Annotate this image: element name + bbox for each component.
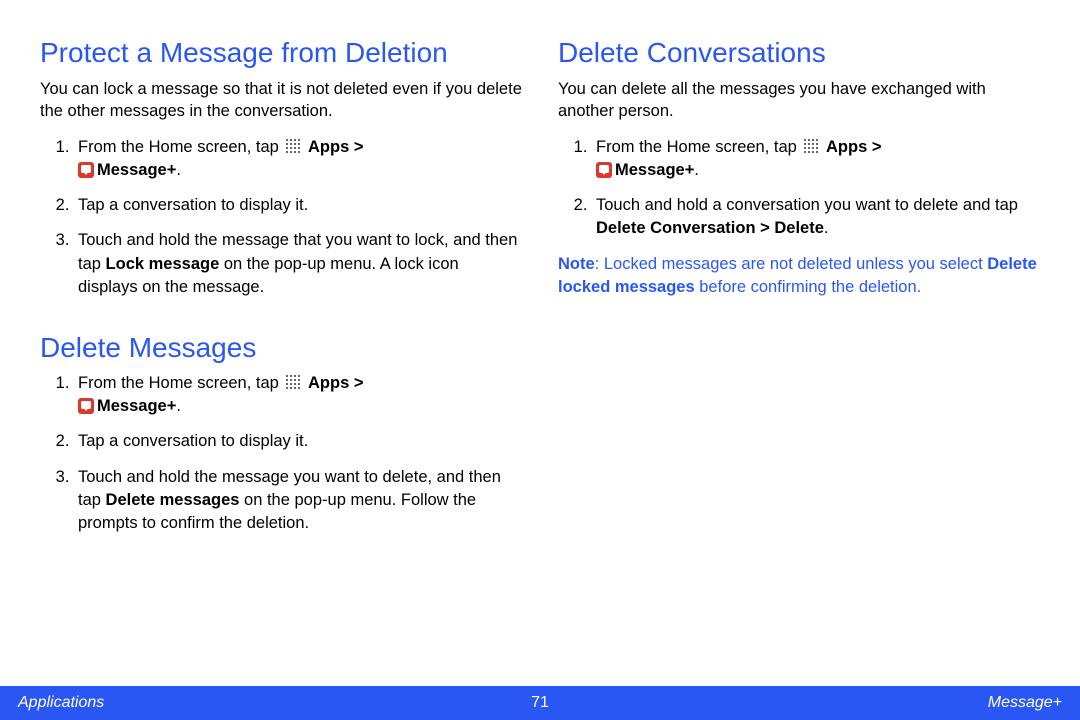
steps-delete-conversations: From the Home screen, tap Apps > Message… — [558, 136, 1040, 240]
note-locked-messages: Note: Locked messages are not deleted un… — [558, 253, 1040, 299]
message-plus-icon — [596, 162, 612, 178]
apps-label: Apps > — [826, 138, 881, 156]
step-text: From the Home screen, tap — [596, 138, 801, 156]
step-item: From the Home screen, tap Apps > Message… — [74, 372, 522, 418]
step-text: . — [824, 219, 829, 237]
step-text: . — [694, 161, 699, 179]
apps-grid-icon — [285, 138, 301, 154]
message-plus-icon — [78, 398, 94, 414]
step-item: Touch and hold the message you want to d… — [74, 466, 522, 535]
step-item: Touch and hold a conversation you want t… — [592, 194, 1040, 240]
step-text: Touch and hold a conversation you want t… — [596, 196, 1018, 214]
message-plus-label: Message+ — [97, 161, 176, 179]
heading-protect-message: Protect a Message from Deletion — [40, 36, 522, 70]
step-text: From the Home screen, tap — [78, 138, 283, 156]
footer-topic-name: Message+ — [988, 694, 1062, 712]
step-text: From the Home screen, tap — [78, 374, 283, 392]
step-item: Touch and hold the message that you want… — [74, 229, 522, 298]
note-label: Note — [558, 255, 595, 273]
apps-grid-icon — [285, 374, 301, 390]
step-item: Tap a conversation to display it. — [74, 194, 522, 217]
step-item: From the Home screen, tap Apps > Message… — [74, 136, 522, 182]
note-text: : Locked messages are not deleted unless… — [595, 255, 988, 273]
message-plus-label: Message+ — [97, 397, 176, 415]
step-text: . — [176, 397, 181, 415]
heading-delete-messages: Delete Messages — [40, 331, 522, 365]
delete-conversation-label: Delete Conversation > Delete — [596, 219, 824, 237]
manual-page: Protect a Message from Deletion You can … — [0, 0, 1080, 720]
page-number: 71 — [531, 694, 549, 712]
note-text: before confirming the deletion. — [695, 278, 922, 296]
heading-delete-conversations: Delete Conversations — [558, 36, 1040, 70]
message-plus-icon — [78, 162, 94, 178]
content-area: Protect a Message from Deletion You can … — [0, 0, 1080, 678]
message-plus-label: Message+ — [615, 161, 694, 179]
apps-label: Apps > — [308, 374, 363, 392]
steps-delete-messages: From the Home screen, tap Apps > Message… — [40, 372, 522, 535]
step-item: Tap a conversation to display it. — [74, 430, 522, 453]
left-column: Protect a Message from Deletion You can … — [40, 36, 522, 678]
lock-message-label: Lock message — [106, 255, 220, 273]
intro-protect-message: You can lock a message so that it is not… — [40, 78, 522, 123]
apps-grid-icon — [803, 138, 819, 154]
page-footer: Applications 71 Message+ — [0, 686, 1080, 720]
steps-protect-message: From the Home screen, tap Apps > Message… — [40, 136, 522, 299]
right-column: Delete Conversations You can delete all … — [558, 36, 1040, 678]
intro-delete-conversations: You can delete all the messages you have… — [558, 78, 1040, 123]
step-text: . — [176, 161, 181, 179]
step-item: From the Home screen, tap Apps > Message… — [592, 136, 1040, 182]
delete-messages-label: Delete messages — [106, 491, 240, 509]
footer-section-name: Applications — [18, 694, 104, 712]
apps-label: Apps > — [308, 138, 363, 156]
